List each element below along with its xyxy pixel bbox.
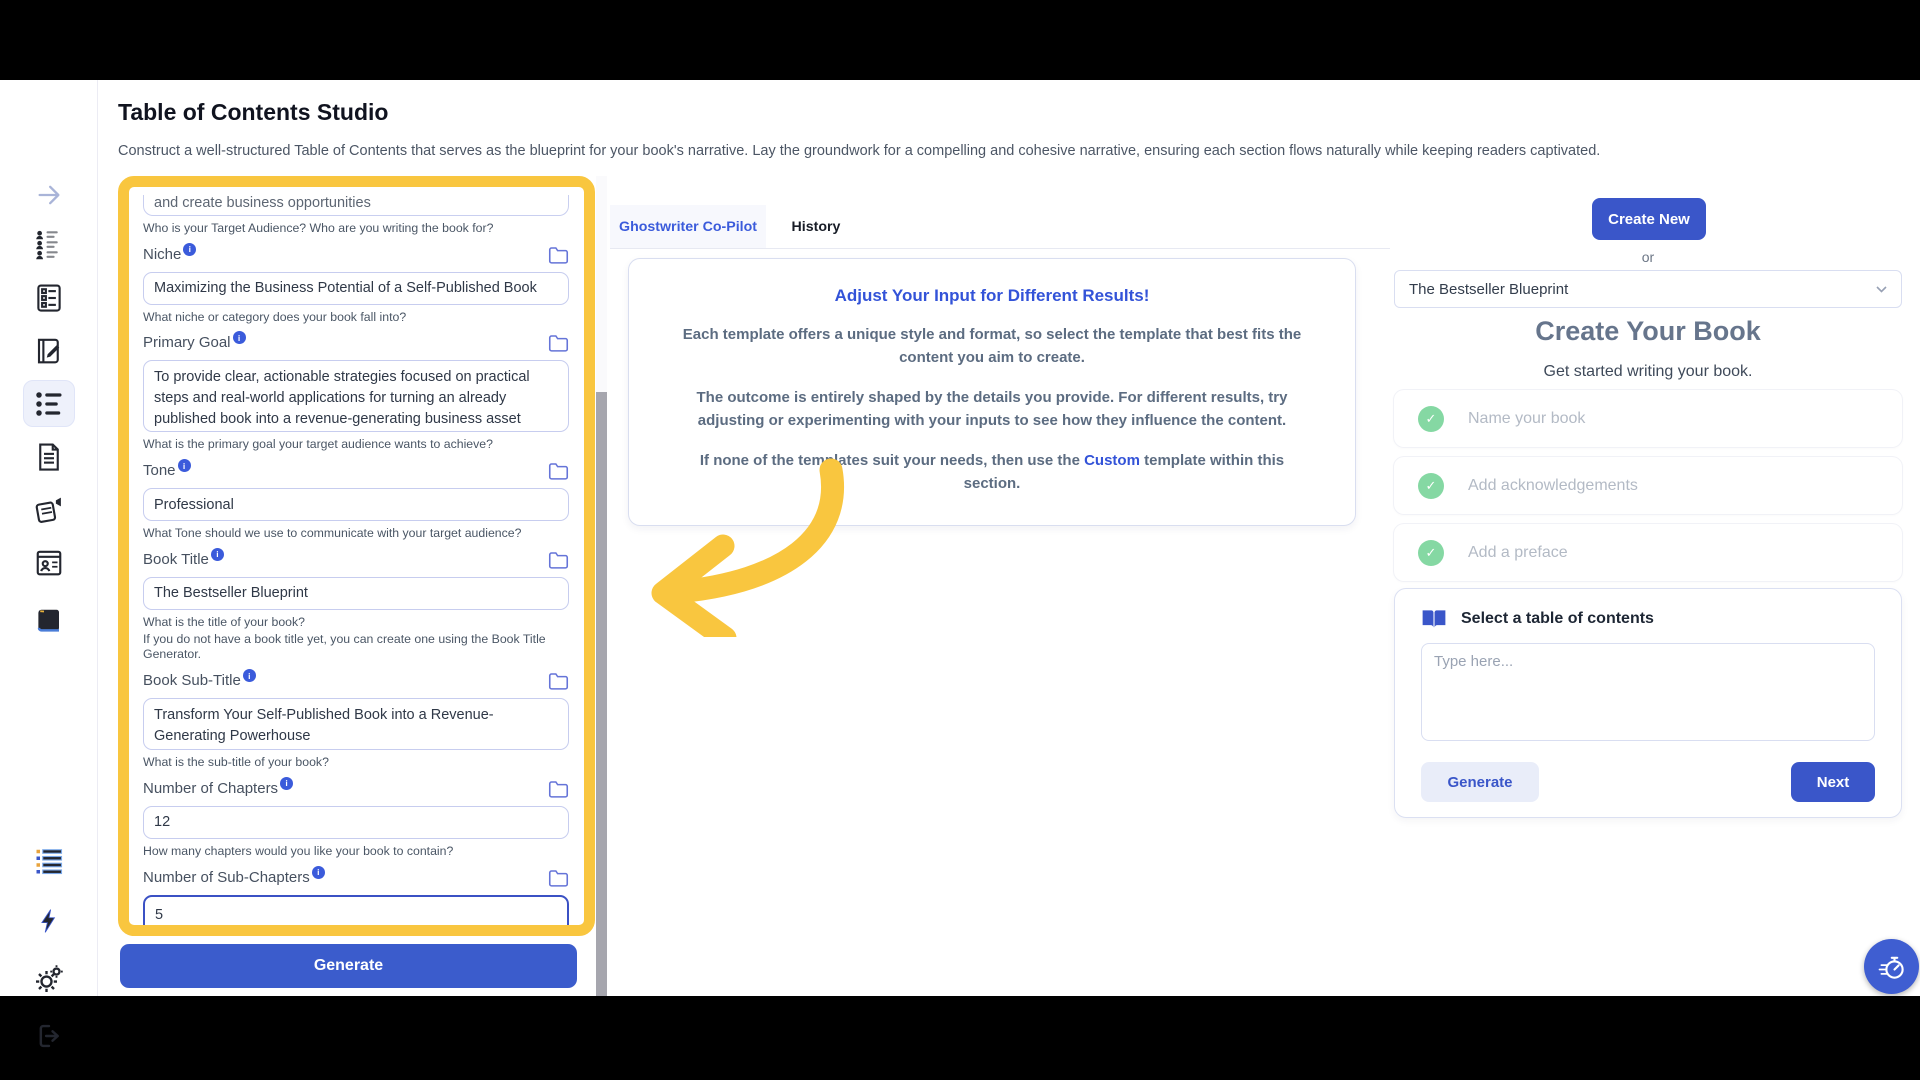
- select-toc-card: Select a table of contents Generate Next: [1394, 588, 1902, 818]
- templates-icon[interactable]: [0, 282, 98, 314]
- top-letterbox-bar: [0, 0, 1920, 80]
- primary-goal-textarea[interactable]: To provide clear, actionable strategies …: [143, 360, 569, 433]
- tab-ghostwriter-copilot[interactable]: Ghostwriter Co-Pilot: [610, 205, 766, 248]
- template-select[interactable]: The Bestseller Blueprint: [1394, 270, 1902, 308]
- tone-input[interactable]: [143, 488, 569, 522]
- field-helper: What niche or category does your book fa…: [143, 309, 407, 324]
- field-label: Number of Sub-Chapters: [143, 868, 310, 886]
- check-icon: ✓: [1418, 539, 1444, 566]
- stopwatch-icon: [1878, 956, 1904, 979]
- settings-icon[interactable]: [0, 963, 98, 995]
- niche-field: Niche i What niche or category does your…: [143, 242, 569, 326]
- step-label: Add acknowledgements: [1468, 476, 1638, 494]
- copilot-tabbar: Ghostwriter Co-Pilot History: [610, 205, 1390, 249]
- field-label: Primary Goal: [143, 334, 231, 352]
- create-your-book-subheading: Get started writing your book.: [1543, 363, 1753, 380]
- field-helper: What is the title of your book?: [143, 614, 305, 629]
- page-title: Table of Contents Studio: [118, 99, 389, 125]
- info-card-paragraph-1: Each template offers a unique style and …: [682, 326, 1302, 366]
- field-label: Book Sub-Title: [143, 672, 241, 690]
- niche-input[interactable]: [143, 271, 569, 305]
- toc-text-input[interactable]: [1421, 643, 1875, 741]
- template-select-value: The Bestseller Blueprint: [1409, 280, 1569, 298]
- bottom-letterbox-bar: [0, 996, 1920, 1080]
- field-label: Niche: [143, 245, 182, 263]
- or-separator: or: [1641, 249, 1655, 265]
- num-subchapters-input[interactable]: [143, 894, 569, 925]
- book-title-field: Book Title i What is the title of your b…: [143, 547, 569, 663]
- check-icon: ✓: [1418, 472, 1444, 499]
- num-chapters-input[interactable]: [143, 805, 569, 839]
- book-title-input[interactable]: [143, 576, 569, 610]
- book-subtitle-field: Book Sub-Title i Transform Your Self-Pub…: [143, 669, 569, 771]
- field-helper: What Tone should we use to communicate w…: [143, 526, 522, 541]
- field-label: Book Title: [143, 550, 209, 568]
- quick-actions-icon[interactable]: [0, 905, 98, 937]
- write-book-icon[interactable]: [0, 335, 98, 367]
- info-icon[interactable]: i: [177, 459, 191, 473]
- select-toc-title: Select a table of contents: [1461, 610, 1654, 627]
- chevron-down-icon: [1876, 285, 1887, 293]
- info-icon[interactable]: i: [311, 865, 325, 879]
- generate-button[interactable]: Generate: [1421, 762, 1539, 802]
- draft-pages-icon[interactable]: [0, 441, 98, 473]
- generate-toc-button[interactable]: Generate: [120, 944, 577, 988]
- info-card-paragraph-2: The outcome is entirely shaped by the de…: [696, 389, 1288, 429]
- folder-icon[interactable]: [548, 551, 569, 569]
- author-profile-icon[interactable]: [0, 547, 98, 579]
- sidebar: [0, 80, 98, 1048]
- book-subtitle-textarea[interactable]: Transform Your Self-Published Book into …: [143, 698, 569, 751]
- step-add-acknowledgements[interactable]: ✓ Add acknowledgements: [1394, 457, 1902, 514]
- custom-template-link[interactable]: Custom: [1084, 452, 1140, 469]
- info-icon[interactable]: i: [232, 331, 246, 345]
- field-helper-secondary: If you do not have a book title yet, you…: [143, 631, 546, 662]
- primary-goal-field: Primary Goal i To provide clear, actiona…: [143, 331, 569, 453]
- field-label: Tone: [143, 462, 176, 480]
- speed-assistant-fab[interactable]: [1864, 939, 1919, 994]
- field-label: Number of Chapters: [143, 779, 279, 797]
- folder-icon[interactable]: [548, 334, 569, 353]
- field-helper: What is the sub-title of your book?: [143, 755, 329, 770]
- yellow-annotation-arrow: [651, 458, 844, 637]
- folder-icon[interactable]: [548, 462, 569, 480]
- info-icon[interactable]: i: [183, 242, 197, 256]
- logout-icon[interactable]: [0, 1020, 98, 1052]
- audience-list-icon[interactable]: [0, 229, 98, 261]
- list-icon[interactable]: [0, 845, 98, 877]
- book-icon[interactable]: [0, 605, 98, 637]
- collapse-arrow-icon[interactable]: [0, 179, 98, 211]
- audiobook-icon[interactable]: [0, 495, 98, 527]
- target-audience-textarea-clipped[interactable]: and create business opportunities: [143, 195, 569, 216]
- info-icon[interactable]: i: [242, 669, 256, 683]
- page-subtitle: Construct a well-structured Table of Con…: [118, 143, 1601, 159]
- folder-icon[interactable]: [548, 869, 569, 887]
- step-label: Add a preface: [1468, 543, 1568, 561]
- toc-input-form: and create business opportunities Who is…: [118, 176, 595, 936]
- tone-field: Tone i What Tone should we use to commun…: [143, 459, 569, 542]
- field-helper: How many chapters would you like your bo…: [143, 843, 454, 858]
- num-subchapters-field: Number of Sub-Chapters i How many sub-ch…: [143, 865, 569, 925]
- next-button[interactable]: Next: [1791, 762, 1875, 802]
- target-audience-helper: Who is your Target Audience? Who are you…: [143, 221, 494, 235]
- info-icon[interactable]: i: [210, 547, 224, 561]
- folder-icon[interactable]: [548, 672, 569, 690]
- create-new-button[interactable]: Create New: [1592, 198, 1706, 240]
- step-label: Name your book: [1468, 409, 1586, 427]
- folder-icon[interactable]: [548, 780, 569, 798]
- field-helper: What is the primary goal your target aud…: [143, 437, 493, 452]
- num-chapters-field: Number of Chapters i How many chapters w…: [143, 776, 569, 860]
- open-book-icon: [1422, 610, 1446, 628]
- step-add-a-preface[interactable]: ✓ Add a preface: [1394, 524, 1902, 581]
- table-of-contents-icon[interactable]: [0, 388, 98, 420]
- info-icon[interactable]: i: [280, 776, 294, 790]
- check-icon: ✓: [1418, 405, 1444, 432]
- info-card-title: Adjust Your Input for Different Results!: [834, 286, 1150, 305]
- folder-icon[interactable]: [548, 246, 569, 264]
- tab-history[interactable]: History: [766, 205, 866, 248]
- create-your-book-heading: Create Your Book: [1535, 316, 1761, 346]
- step-name-your-book[interactable]: ✓ Name your book: [1394, 390, 1902, 447]
